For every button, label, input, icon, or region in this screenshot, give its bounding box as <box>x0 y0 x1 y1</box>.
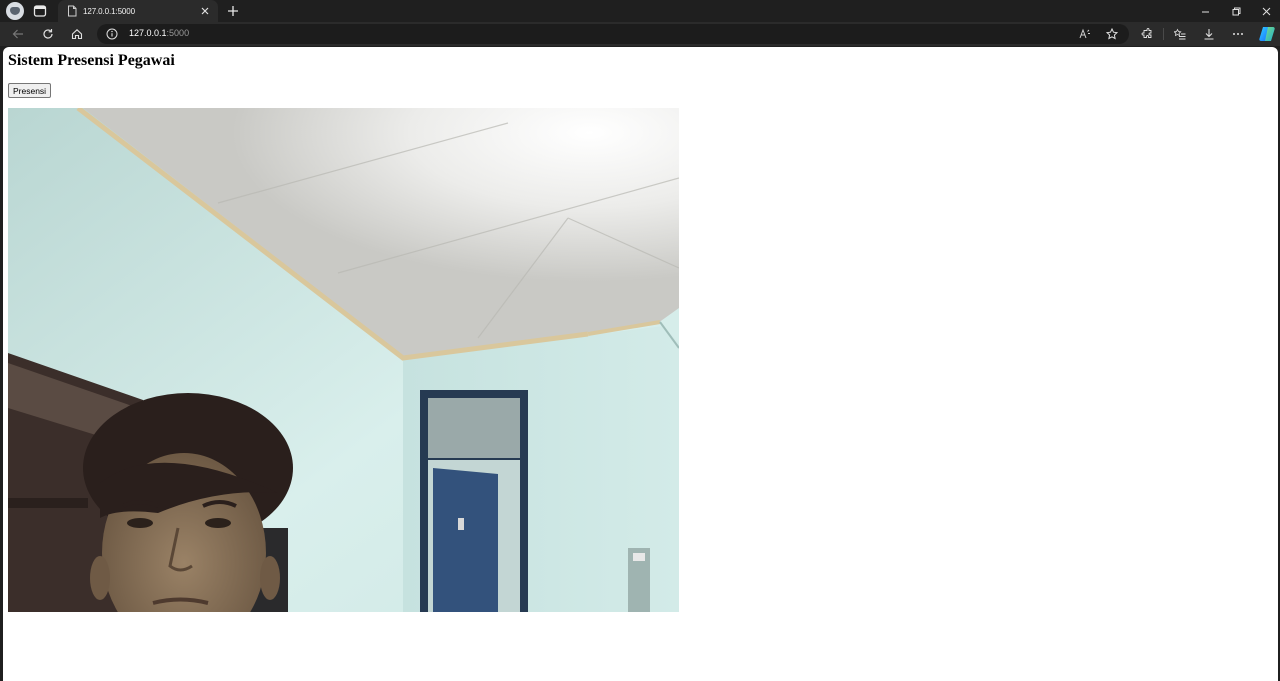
minimize-icon[interactable] <box>1190 0 1220 22</box>
close-tab-icon[interactable] <box>198 4 212 18</box>
favorite-star-icon[interactable] <box>1105 27 1119 41</box>
refresh-icon[interactable] <box>39 25 57 43</box>
close-window-icon[interactable] <box>1251 0 1280 22</box>
url-port: :5000 <box>166 28 190 38</box>
browser-toolbar: 127.0.0.1:5000 <box>0 22 1280 46</box>
home-icon[interactable] <box>68 25 86 43</box>
site-info-icon[interactable] <box>106 28 118 40</box>
url-text: 127.0.0.1:5000 <box>129 28 189 38</box>
address-bar[interactable]: 127.0.0.1:5000 <box>97 24 1129 44</box>
page-viewport: Sistem Presensi Pegawai Presensi <box>3 47 1278 681</box>
tab-title: 127.0.0.1:5000 <box>83 6 135 16</box>
new-tab-icon[interactable] <box>225 3 241 19</box>
back-icon[interactable] <box>9 25 27 43</box>
more-menu-icon[interactable] <box>1230 26 1246 42</box>
favorites-list-icon[interactable] <box>1172 26 1188 42</box>
profile-avatar-icon[interactable] <box>6 2 24 20</box>
camera-feed <box>8 108 679 612</box>
downloads-icon[interactable] <box>1201 26 1217 42</box>
page-favicon-icon <box>66 5 78 17</box>
active-tab[interactable]: 127.0.0.1:5000 <box>58 0 218 22</box>
page-title: Sistem Presensi Pegawai <box>8 52 175 69</box>
restore-icon[interactable] <box>1221 0 1251 22</box>
camera-feed-image <box>8 108 679 612</box>
toolbar-separator <box>1163 28 1164 40</box>
presensi-button[interactable]: Presensi <box>8 83 52 98</box>
extensions-icon[interactable] <box>1139 26 1155 42</box>
tab-actions-icon[interactable] <box>32 3 48 19</box>
tab-strip: 127.0.0.1:5000 <box>0 0 1280 22</box>
copilot-icon[interactable] <box>1258 25 1276 43</box>
url-host: 127.0.0.1 <box>129 28 167 38</box>
read-aloud-icon[interactable] <box>1078 27 1092 41</box>
